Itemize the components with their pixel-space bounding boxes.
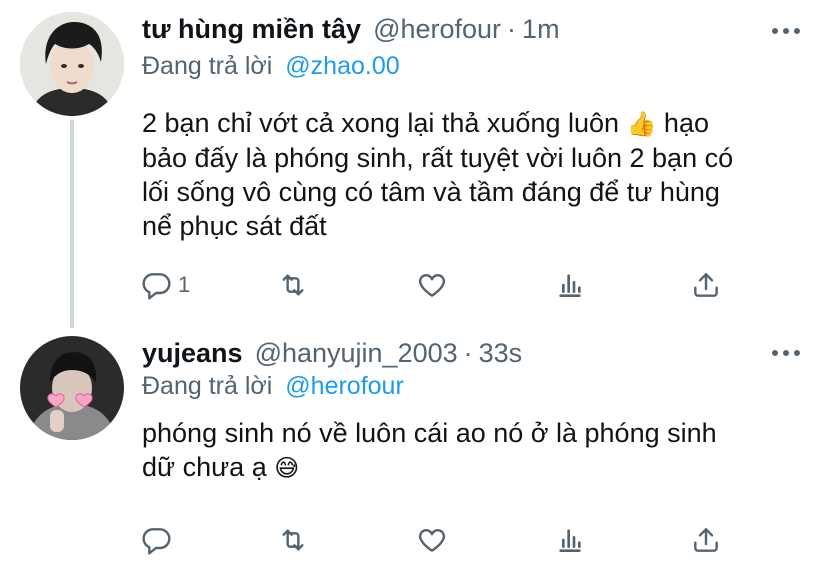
tweet[interactable]: yujeans @hanyujin_2003 · 33s Đang trả lờ… [0,330,828,566]
analytics-button[interactable] [554,265,586,305]
replying-to: Đang trả lời @herofour [142,372,404,401]
timestamp[interactable]: 33s [479,338,523,369]
more-icon[interactable] [772,26,800,36]
reply-prefix: Đang trả lời [142,372,273,400]
more-icon[interactable] [772,348,800,358]
analytics-icon [559,274,581,297]
retweet-button[interactable] [277,265,309,305]
tweet-text-part: phóng sinh nó về luôn cái ao nó ở là phó… [142,418,717,482]
tweet-header: tư hùng miền tây @herofour · 1m [142,14,560,45]
tweet-text: 2 bạn chỉ vớt cả xong lại thả xuống luôn… [142,106,792,243]
sweat-smile-emoji: 😅 [274,454,300,482]
avatar[interactable] [20,12,124,116]
analytics-icon [559,529,581,553]
share-button[interactable] [690,520,722,560]
share-icon [694,273,718,297]
display-name[interactable]: yujeans [142,338,243,369]
retweet-icon [282,274,304,296]
reply-icon [142,273,171,300]
like-icon [418,274,446,297]
reply-icon [142,528,171,555]
display-name[interactable]: tư hùng miền tây [142,14,361,45]
tweet-text: phóng sinh nó về luôn cái ao nó ở là phó… [142,416,792,485]
user-avatar-photo-hearts [20,336,124,440]
retweet-icon [282,529,304,551]
like-button[interactable] [416,265,448,305]
retweet-button[interactable] [277,520,309,560]
tweet-actions: 1 [0,265,828,305]
like-icon [418,529,446,552]
tweet-actions [0,520,828,560]
avatar[interactable] [20,336,124,440]
tweet-header: yujeans @hanyujin_2003 · 33s [142,338,522,369]
reply-button[interactable]: 1 [140,265,190,305]
share-button[interactable] [690,265,722,305]
user-avatar-photo [20,12,124,116]
tweet[interactable]: tư hùng miền tây @herofour · 1m Đang trả… [0,0,828,330]
reply-count: 1 [178,272,191,297]
thumbs-up-emoji: 👍 [626,110,657,138]
like-button[interactable] [416,520,448,560]
reply-button[interactable] [140,520,178,560]
reply-to-handle[interactable]: @herofour [285,372,404,400]
separator-dot: · [463,338,473,368]
user-handle[interactable]: @hanyujin_2003 [255,338,458,369]
user-handle[interactable]: @herofour [373,14,501,45]
tweet-text-part: 2 bạn chỉ vớt cả xong lại thả xuống luôn [142,108,627,138]
timestamp[interactable]: 1m [522,14,560,45]
replying-to: Đang trả lời @zhao.00 [142,52,400,81]
analytics-button[interactable] [554,520,586,560]
reply-to-handle[interactable]: @zhao.00 [285,52,399,80]
reply-prefix: Đang trả lời [142,52,273,80]
share-icon [694,528,718,552]
separator-dot: · [507,14,517,44]
